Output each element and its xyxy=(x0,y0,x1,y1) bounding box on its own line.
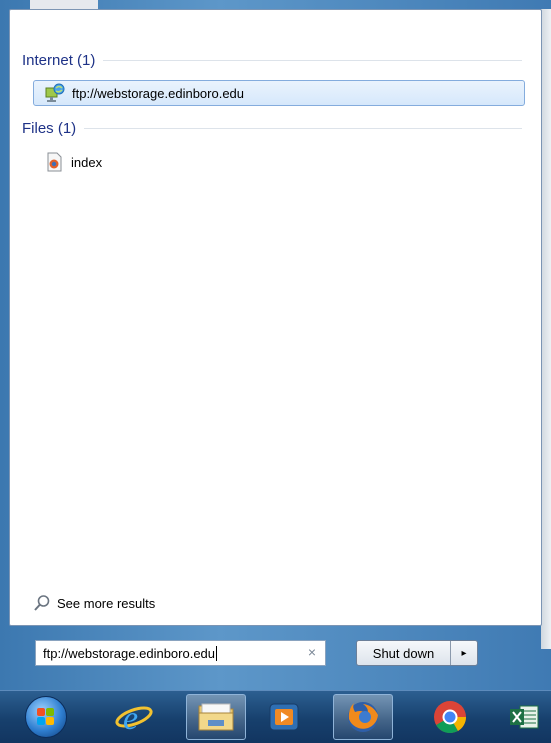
group-internet: Internet (1) xyxy=(22,49,522,71)
result-label: index xyxy=(71,154,103,170)
chrome-icon xyxy=(434,701,467,734)
result-index-file[interactable]: index xyxy=(33,149,525,175)
group-files-title: Files (1) xyxy=(22,119,77,137)
start-button[interactable] xyxy=(16,694,76,740)
internet-explorer-icon: e xyxy=(115,700,153,737)
group-files: Files (1) xyxy=(22,117,522,139)
search-input-value: ftp://webstorage.edinboro.edu xyxy=(43,645,216,661)
result-label: ftp://webstorage.edinboro.edu xyxy=(72,85,245,101)
close-icon[interactable]: × xyxy=(308,644,316,660)
text-caret xyxy=(216,645,218,661)
shutdown-label[interactable]: Shut down xyxy=(357,641,451,665)
network-location-icon xyxy=(44,83,66,103)
group-internet-title: Internet (1) xyxy=(22,51,96,69)
group-divider xyxy=(84,127,522,129)
result-ftp-webstorage[interactable]: ftp://webstorage.edinboro.edu xyxy=(33,80,525,106)
start-search-input[interactable]: ftp://webstorage.edinboro.edu × xyxy=(35,640,326,666)
html-file-icon xyxy=(43,152,65,172)
taskbar-file-explorer[interactable] xyxy=(186,694,246,740)
firefox-icon xyxy=(348,702,378,732)
taskbar-media-player[interactable] xyxy=(254,694,314,740)
svg-text:e: e xyxy=(123,700,138,737)
shutdown-button[interactable]: Shut down ▸ xyxy=(356,640,478,666)
see-more-label: See more results xyxy=(57,595,156,611)
windows-start-icon xyxy=(25,696,67,738)
taskbar-chrome[interactable] xyxy=(420,694,480,740)
media-player-icon xyxy=(269,703,299,731)
taskbar-firefox[interactable] xyxy=(333,694,393,740)
excel-icon xyxy=(509,705,538,729)
taskbar-excel[interactable] xyxy=(498,694,551,740)
taskbar-internet-explorer[interactable]: e xyxy=(103,694,163,740)
search-icon xyxy=(33,594,51,612)
shutdown-options-arrow-icon[interactable]: ▸ xyxy=(451,641,477,665)
group-divider xyxy=(103,59,522,61)
see-more-results-link[interactable]: See more results xyxy=(33,592,155,614)
folder-icon xyxy=(198,703,234,731)
taskbar: e xyxy=(0,690,551,743)
start-menu-right-edge xyxy=(541,9,551,649)
